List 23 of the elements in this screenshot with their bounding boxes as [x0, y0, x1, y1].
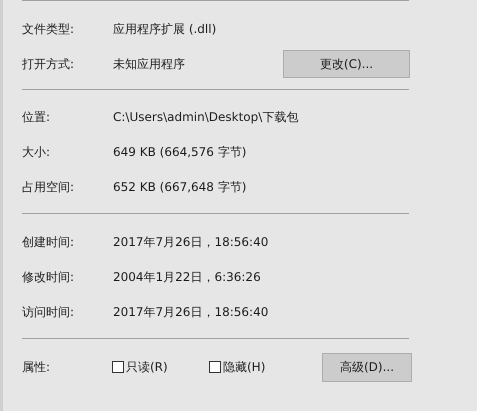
property-label: 修改时间:	[22, 268, 76, 286]
property-value: 2017年7月26日，18:56:40	[113, 304, 270, 320]
property-label: 位置:	[22, 108, 52, 126]
property-label: 大小:	[22, 144, 52, 160]
property-value: 2017年7月26日，18:56:40	[113, 234, 270, 250]
property-value: 2004年1月22日，6:36:26	[113, 268, 262, 286]
property-label: 文件类型:	[22, 20, 76, 38]
property-value: 未知应用程序	[113, 56, 186, 72]
property-label: 打开方式:	[22, 56, 76, 72]
attribute-checkbox[interactable]: 只读(R)	[112, 358, 209, 376]
attribute-checkbox[interactable]: 隐藏(H)	[209, 358, 306, 376]
attributes-label: 属性:	[22, 359, 52, 376]
property-label: 创建时间:	[22, 234, 76, 250]
property-value: 应用程序扩展 (.dll)	[113, 20, 218, 38]
property-value: 652 KB (667,648 字节)	[113, 178, 248, 196]
advanced-button[interactable]: 高级(D)...	[322, 352, 412, 382]
checkbox[interactable]	[112, 361, 124, 373]
property-label: 占用空间:	[22, 178, 76, 196]
change-button[interactable]: 更改(C)...	[283, 50, 410, 78]
checkbox[interactable]	[209, 361, 221, 373]
property-label: 访问时间:	[22, 304, 76, 320]
property-value: 649 KB (664,576 字节)	[113, 144, 248, 160]
property-value: C:\Users\admin\Desktop\下载包	[113, 108, 298, 126]
